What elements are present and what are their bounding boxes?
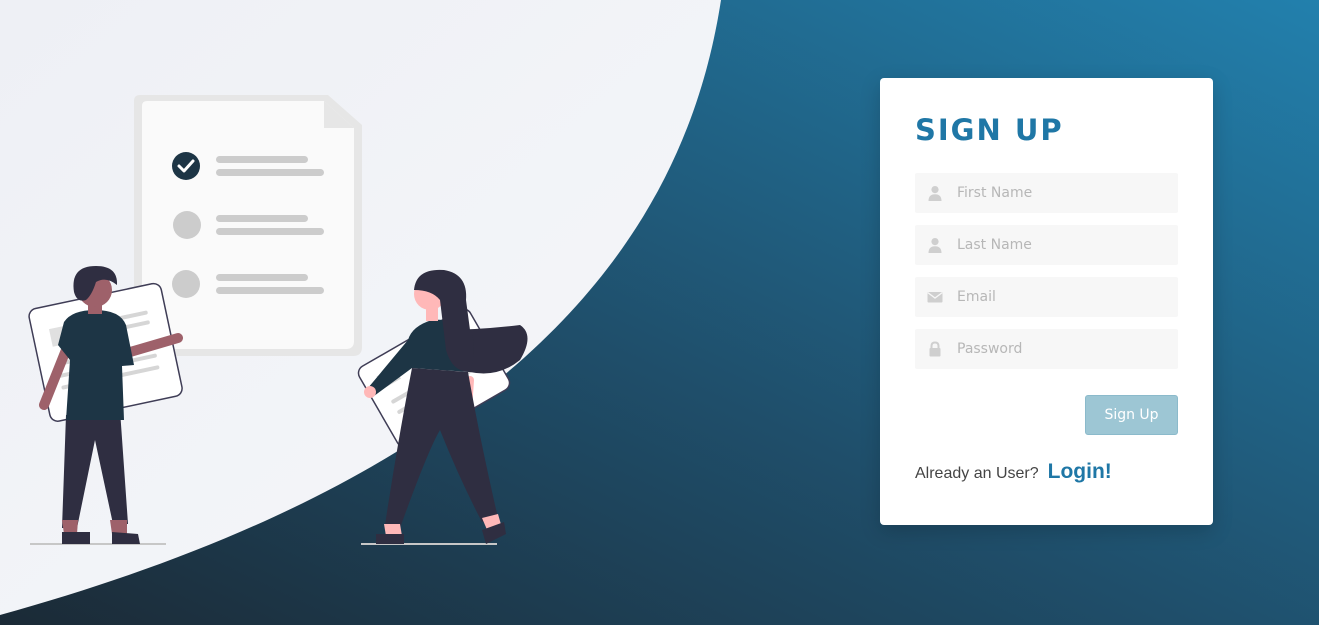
envelope-icon xyxy=(927,289,943,305)
signup-card: SIGN UP Sign Up Already an User? Login! xyxy=(880,78,1213,525)
login-link[interactable]: Login! xyxy=(1048,460,1112,484)
password-input[interactable] xyxy=(957,329,1178,369)
user-icon xyxy=(927,237,943,253)
password-field[interactable] xyxy=(915,329,1178,369)
first-name-input[interactable] xyxy=(957,173,1178,213)
lock-icon xyxy=(927,341,943,357)
checklist-document-icon xyxy=(134,95,362,356)
first-name-field[interactable] xyxy=(915,173,1178,213)
email-field[interactable] xyxy=(915,277,1178,317)
woman-figure xyxy=(357,269,528,545)
sign-up-button[interactable]: Sign Up xyxy=(1085,395,1178,435)
login-prompt: Already an User? Login! xyxy=(915,460,1112,484)
last-name-input[interactable] xyxy=(957,225,1178,265)
man-figure xyxy=(28,266,183,545)
last-name-field[interactable] xyxy=(915,225,1178,265)
user-icon xyxy=(927,185,943,201)
signup-title: SIGN UP xyxy=(915,113,1064,147)
already-user-text: Already an User? xyxy=(915,465,1039,482)
email-input[interactable] xyxy=(957,277,1178,317)
signup-illustration xyxy=(28,95,528,545)
